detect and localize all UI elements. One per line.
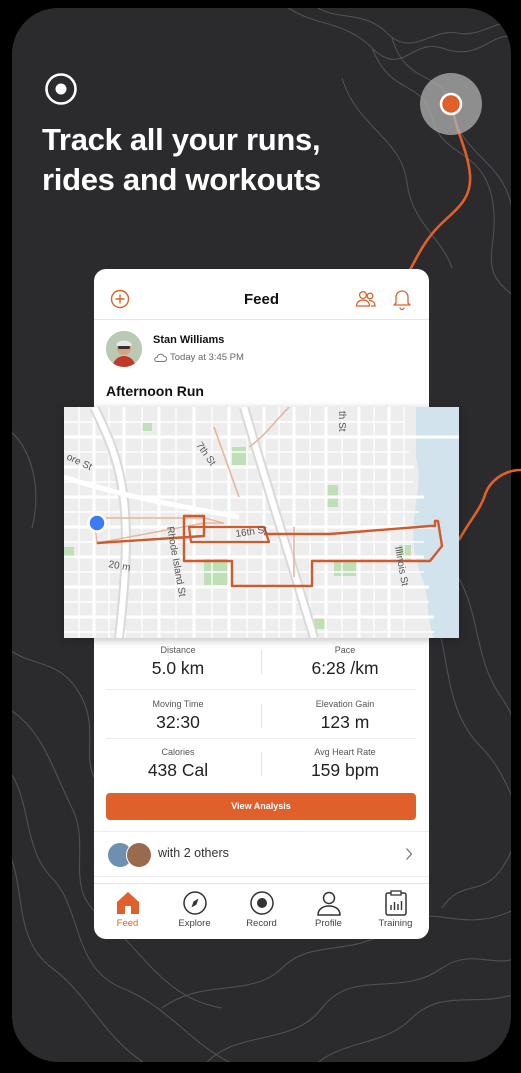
profile-icon: [317, 891, 341, 916]
divider: [261, 752, 262, 776]
stat-value: 438 Cal: [147, 760, 209, 780]
chevron-right-icon[interactable]: [404, 847, 414, 861]
tab-record[interactable]: Record: [228, 888, 295, 936]
divider: [106, 689, 416, 690]
tab-feed[interactable]: Feed: [94, 888, 161, 936]
map-canvas: ore St 7th St th St 16th St Rhode Island…: [64, 407, 459, 638]
tab-label: Record: [246, 918, 277, 929]
feed-header: Feed: [94, 269, 429, 320]
tab-label: Profile: [315, 918, 342, 929]
bell-icon[interactable]: [392, 288, 412, 310]
stat-elevation-gain: Elevation Gain 123 m: [265, 699, 425, 733]
group-members-row[interactable]: with 2 others: [94, 831, 429, 877]
tab-training[interactable]: Training: [362, 888, 429, 936]
stat-value: 123 m: [320, 712, 370, 732]
stat-calories: Calories 438 Cal: [98, 747, 258, 781]
activity-title[interactable]: Afternoon Run: [106, 383, 204, 399]
stat-label: Avg Heart Rate: [314, 747, 376, 757]
training-icon: [385, 890, 407, 916]
stat-avg-heart-rate: Avg Heart Rate 159 bpm: [265, 747, 425, 781]
tab-label: Feed: [116, 918, 139, 929]
promo-headline: Track all your runs, rides and workouts: [42, 120, 402, 200]
stat-moving-time: Moving Time 32:30: [98, 699, 258, 733]
compass-icon: [183, 891, 207, 915]
stat-label: Calories: [161, 747, 195, 757]
home-icon: [117, 892, 139, 914]
friends-icon[interactable]: [355, 289, 377, 309]
app-logo-icon: [45, 73, 77, 105]
tab-label: Training: [378, 918, 413, 929]
tab-label: Explore: [178, 918, 211, 929]
current-location-marker: [88, 514, 106, 532]
activity-time: Today at 3:45 PM: [170, 352, 244, 363]
stat-pace: Pace 6:28 /km: [265, 645, 425, 679]
stat-value: 159 bpm: [310, 760, 380, 780]
with-others-label: with 2 others: [158, 846, 229, 860]
stat-value: 5.0 km: [151, 658, 205, 678]
divider: [261, 704, 262, 728]
stat-label: Pace: [334, 645, 356, 655]
street-label: th St: [336, 411, 347, 432]
stat-value: 6:28 /km: [311, 658, 379, 678]
author-name[interactable]: Stan Williams: [153, 334, 224, 346]
divider: [106, 738, 416, 739]
tab-explore[interactable]: Explore: [161, 888, 228, 936]
avatar[interactable]: [106, 331, 142, 367]
stat-label: Elevation Gain: [315, 699, 375, 709]
route-map[interactable]: ore St 7th St th St 16th St Rhode Island…: [64, 407, 459, 638]
headline-line-2: rides and workouts: [42, 162, 321, 197]
stat-distance: Distance 5.0 km: [98, 645, 258, 679]
record-icon: [250, 891, 274, 915]
page-title: Feed: [243, 291, 279, 308]
stat-value: 32:30: [156, 712, 200, 732]
cloud-icon: [154, 353, 167, 362]
stat-label: Moving Time: [152, 699, 204, 709]
stat-label: Distance: [160, 645, 196, 655]
headline-line-1: Track all your runs,: [42, 122, 321, 157]
divider: [261, 650, 262, 674]
avatar: [126, 842, 152, 868]
bottom-tab-bar: Feed Explore Record Profile Training: [94, 883, 429, 939]
view-analysis-button[interactable]: View Analysis: [106, 793, 416, 820]
tab-profile[interactable]: Profile: [295, 888, 362, 936]
